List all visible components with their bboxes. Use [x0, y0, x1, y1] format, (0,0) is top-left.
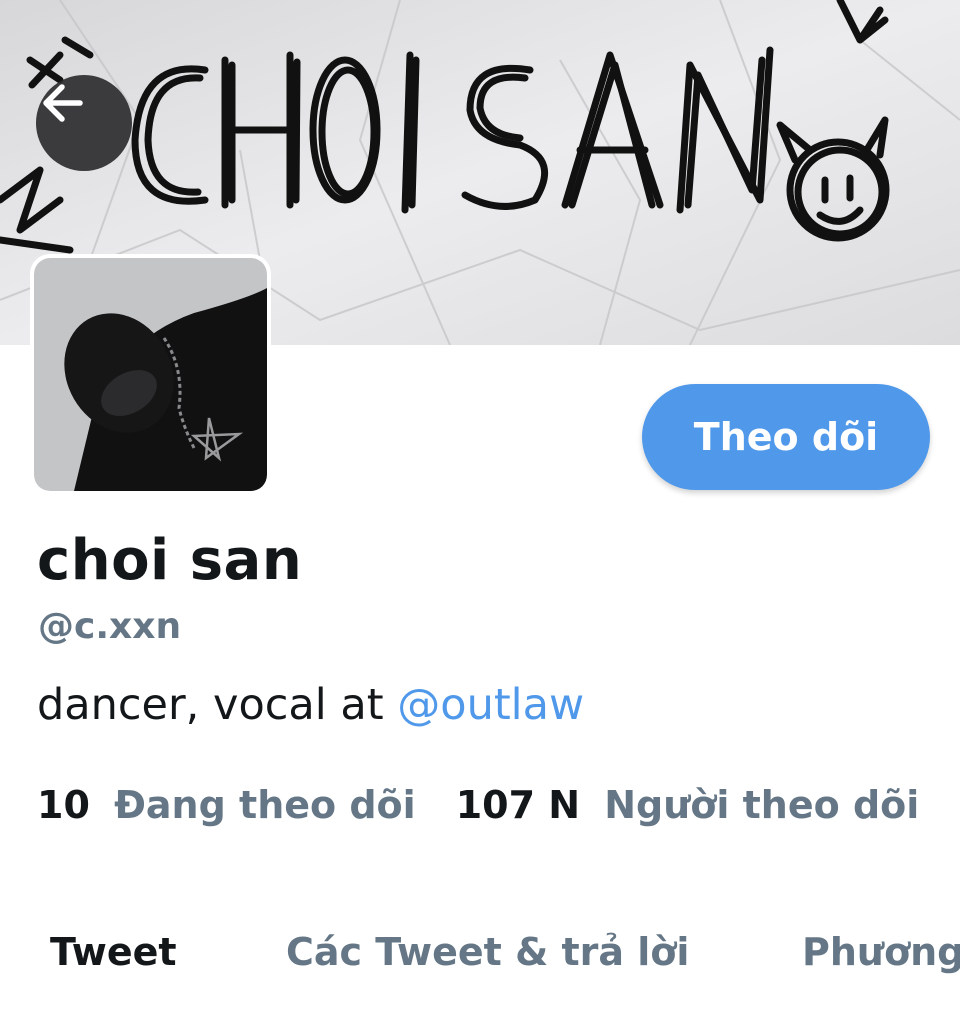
bio-text: dancer, vocal at — [37, 680, 398, 730]
followers-stat[interactable]: 107 N Người theo dõi — [456, 783, 920, 827]
profile-bio: dancer, vocal at @outlaw — [37, 680, 584, 730]
profile-avatar[interactable] — [30, 254, 271, 495]
following-stat[interactable]: 10 Đang theo dõi — [37, 783, 416, 827]
display-name: choi san — [37, 528, 303, 593]
profile-tabs: Tweet Các Tweet & trả lời Phương — [0, 930, 960, 990]
avatar-photo — [34, 258, 267, 491]
followers-count: 107 N — [455, 783, 581, 827]
following-count: 10 — [37, 783, 90, 827]
follow-button[interactable]: Theo dõi — [642, 384, 930, 490]
back-button[interactable] — [36, 75, 132, 171]
tab-tweets-and-replies[interactable]: Các Tweet & trả lời — [286, 930, 689, 974]
arrow-left-icon — [43, 84, 83, 122]
profile-stats: 10 Đang theo dõi 107 N Người theo dõi — [37, 783, 919, 827]
tab-tweets[interactable]: Tweet — [50, 930, 177, 974]
user-handle: @c.xxn — [38, 606, 182, 647]
following-label: Đang theo dõi — [114, 783, 416, 827]
bio-mention-link[interactable]: @outlaw — [397, 680, 584, 730]
tab-media[interactable]: Phương — [802, 930, 960, 974]
followers-label: Người theo dõi — [604, 783, 920, 827]
